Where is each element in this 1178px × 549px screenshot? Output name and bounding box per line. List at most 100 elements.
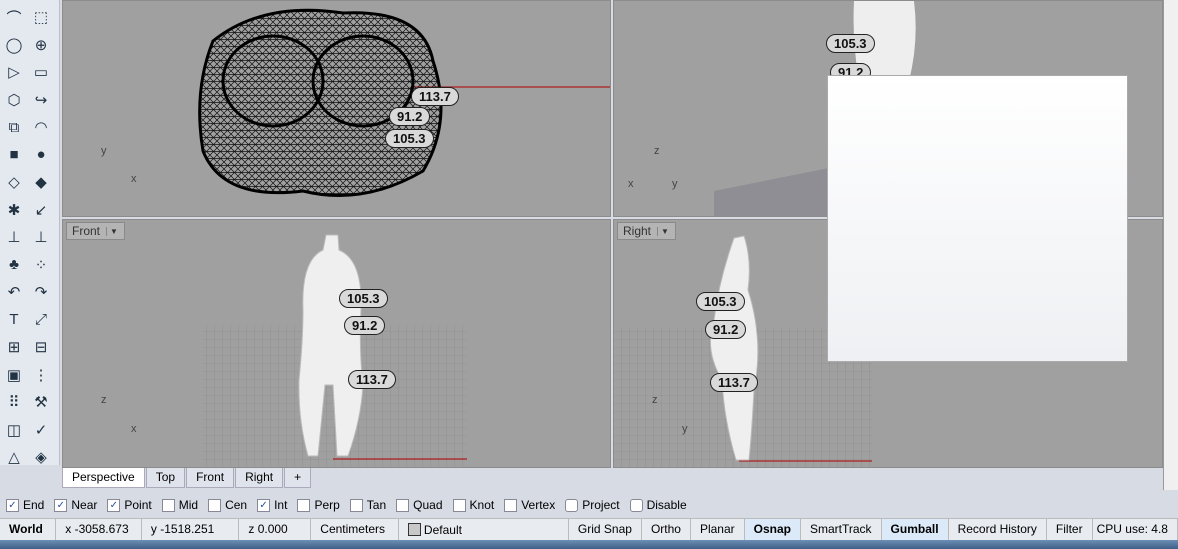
toolbar-tool-icon[interactable]: ↶ [3, 281, 25, 303]
tab-perspective[interactable]: Perspective [62, 468, 145, 488]
toolbar-tool-icon[interactable]: ⊕ [30, 34, 52, 56]
toolbar-tool-icon[interactable]: ⋮ [30, 364, 52, 386]
checkbox[interactable] [504, 498, 518, 512]
toolbar-tool-icon[interactable]: ◠ [30, 116, 52, 138]
dimension-label: 105.3 [826, 34, 875, 53]
toolbar-tool-icon[interactable]: ■ [3, 144, 25, 166]
axis-y-label: y [672, 178, 678, 190]
toggle-planar[interactable]: Planar [691, 519, 745, 540]
toolbar-tool-icon[interactable]: ↪ [30, 89, 52, 111]
toolbar-tool-icon[interactable]: ↷ [30, 281, 52, 303]
mannequin-front-view [202, 234, 467, 467]
tab-top[interactable]: Top [145, 468, 186, 488]
viewport-label-front[interactable]: Front ▼ [66, 222, 125, 240]
osnap-cen[interactable]: Cen [208, 498, 247, 512]
toolbar-tool-icon[interactable]: ⚒ [30, 391, 52, 413]
checkbox[interactable]: ✓ [54, 498, 68, 512]
toolbar-tool-icon[interactable]: ✓ [30, 419, 52, 441]
toggle-record-history[interactable]: Record History [949, 519, 1047, 540]
toolbar-tool-icon[interactable]: ↙ [30, 199, 52, 221]
checkbox[interactable] [297, 498, 311, 512]
toolbar-tool-icon[interactable]: T [3, 309, 25, 331]
osnap-label: Perp [314, 498, 340, 512]
osnap-vertex[interactable]: Vertex [504, 498, 555, 512]
osnap-knot[interactable]: Knot [452, 498, 495, 512]
axis-y-label: y [682, 423, 688, 435]
dropdown-arrow-icon[interactable]: ▼ [657, 226, 669, 236]
toggle-filter[interactable]: Filter [1047, 519, 1093, 540]
checkbox[interactable] [161, 498, 175, 512]
blank-dialog-window[interactable] [827, 75, 1128, 362]
checkbox[interactable] [629, 498, 643, 512]
right-panel-strip[interactable] [1163, 0, 1178, 490]
toolbar-tool-icon[interactable]: ⤢ [30, 309, 52, 331]
toolbar-tool-icon[interactable]: ▭ [30, 61, 52, 83]
toolbar-tool-icon[interactable]: ◈ [30, 446, 52, 468]
checkbox[interactable] [396, 498, 410, 512]
toolbar-tool-icon[interactable]: ♣ [3, 254, 25, 276]
toolbar-tool-icon[interactable]: ⊟ [30, 336, 52, 358]
add-tab-button[interactable]: + [284, 468, 312, 488]
toggle-gumball[interactable]: Gumball [881, 519, 949, 540]
toggle-smarttrack[interactable]: SmartTrack [801, 519, 882, 540]
toggle-grid-snap[interactable]: Grid Snap [569, 519, 642, 540]
osnap-label: Near [71, 498, 98, 512]
toolbar-tool-icon[interactable]: ⠿ [3, 391, 25, 413]
osnap-near[interactable]: ✓ Near [54, 498, 97, 512]
toolbar-tool-icon[interactable]: ◆ [30, 171, 52, 193]
z-coordinate: z 0.000 [239, 519, 312, 540]
axis-x-label: x [131, 423, 137, 435]
toolbar-tool-icon[interactable]: ⬚ [30, 6, 52, 28]
toolbar-tool-icon[interactable]: ⌒ [3, 6, 25, 28]
tab-front[interactable]: Front [186, 468, 235, 488]
osnap-mid[interactable]: Mid [161, 498, 198, 512]
toolbar-tool-icon[interactable]: ⁘ [30, 254, 52, 276]
toggle-osnap[interactable]: Osnap [744, 519, 801, 540]
checkbox[interactable]: ✓ [257, 498, 271, 512]
osnap-project[interactable]: Project [565, 498, 620, 512]
units-display[interactable]: Centimeters [311, 519, 399, 540]
osnap-label: Disable [646, 498, 687, 512]
toolbar-tool-icon[interactable]: △ [3, 446, 25, 468]
toolbar-tool-icon[interactable]: ⊞ [3, 336, 25, 358]
dimension-label: 91.2 [344, 316, 386, 335]
toolbar-tool-icon[interactable]: ⧉ [3, 116, 25, 138]
dimension-label: 113.7 [348, 370, 396, 389]
dropdown-arrow-icon[interactable]: ▼ [106, 226, 118, 236]
viewport-title: Front [72, 224, 101, 238]
toolbar-tool-icon[interactable]: ✱ [3, 199, 25, 221]
tab-right[interactable]: Right [235, 468, 284, 488]
checkbox[interactable] [565, 498, 579, 512]
osnap-disable[interactable]: Disable [629, 498, 687, 512]
viewport-front[interactable]: Front ▼ 105.3 91.2 113.7 z x [62, 219, 611, 468]
toolbar-tool-icon[interactable]: ◇ [3, 171, 25, 193]
left-toolbar: ⌒ ⬚ ◯ ⊕ ▷ ▭ ⬡ ↪ ⧉ ◠ ■ ● ◇ ◆ ✱ ↙ ⊥ ⊥ ♣ ⁘ ↶ ↷ T ⤢ ⊞ ⊟ ▣ ⋮ ⠿ ⚒ ◫ ✓ △ ◈ [0, 0, 60, 468]
toolbar-tool-icon[interactable]: ⊥ [30, 226, 52, 248]
osnap-label: Knot [469, 498, 495, 512]
toolbar-tool-icon[interactable]: ▣ [3, 364, 25, 386]
checkbox[interactable]: ✓ [6, 498, 19, 512]
osnap-end[interactable]: ✓ End [6, 498, 44, 512]
viewport-perspective[interactable]: 113.7 91.2 105.3 y x [62, 0, 611, 217]
viewport-label-right[interactable]: Right ▼ [617, 222, 676, 240]
toolbar-tool-icon[interactable]: ◯ [3, 34, 25, 56]
checkbox[interactable] [349, 498, 363, 512]
cplane-button[interactable]: World [0, 519, 57, 540]
osnap-label: Vertex [521, 498, 556, 512]
toolbar-tool-icon[interactable]: ◫ [3, 419, 25, 441]
checkbox[interactable] [208, 498, 222, 512]
layer-button[interactable]: Default [399, 519, 569, 540]
toolbar-tool-icon[interactable]: ⊥ [3, 226, 25, 248]
osnap-tan[interactable]: Tan [349, 498, 386, 512]
toggle-ortho[interactable]: Ortho [642, 519, 691, 540]
osnap-point[interactable]: ✓ Point [107, 498, 152, 512]
axis-x-label: x [628, 178, 634, 190]
checkbox[interactable] [452, 498, 466, 512]
osnap-int[interactable]: ✓ Int [257, 498, 287, 512]
checkbox[interactable]: ✓ [107, 498, 121, 512]
osnap-quad[interactable]: Quad [396, 498, 443, 512]
toolbar-tool-icon[interactable]: ● [30, 144, 52, 166]
osnap-perp[interactable]: Perp [297, 498, 340, 512]
toolbar-tool-icon[interactable]: ⬡ [3, 89, 25, 111]
toolbar-tool-icon[interactable]: ▷ [3, 61, 25, 83]
